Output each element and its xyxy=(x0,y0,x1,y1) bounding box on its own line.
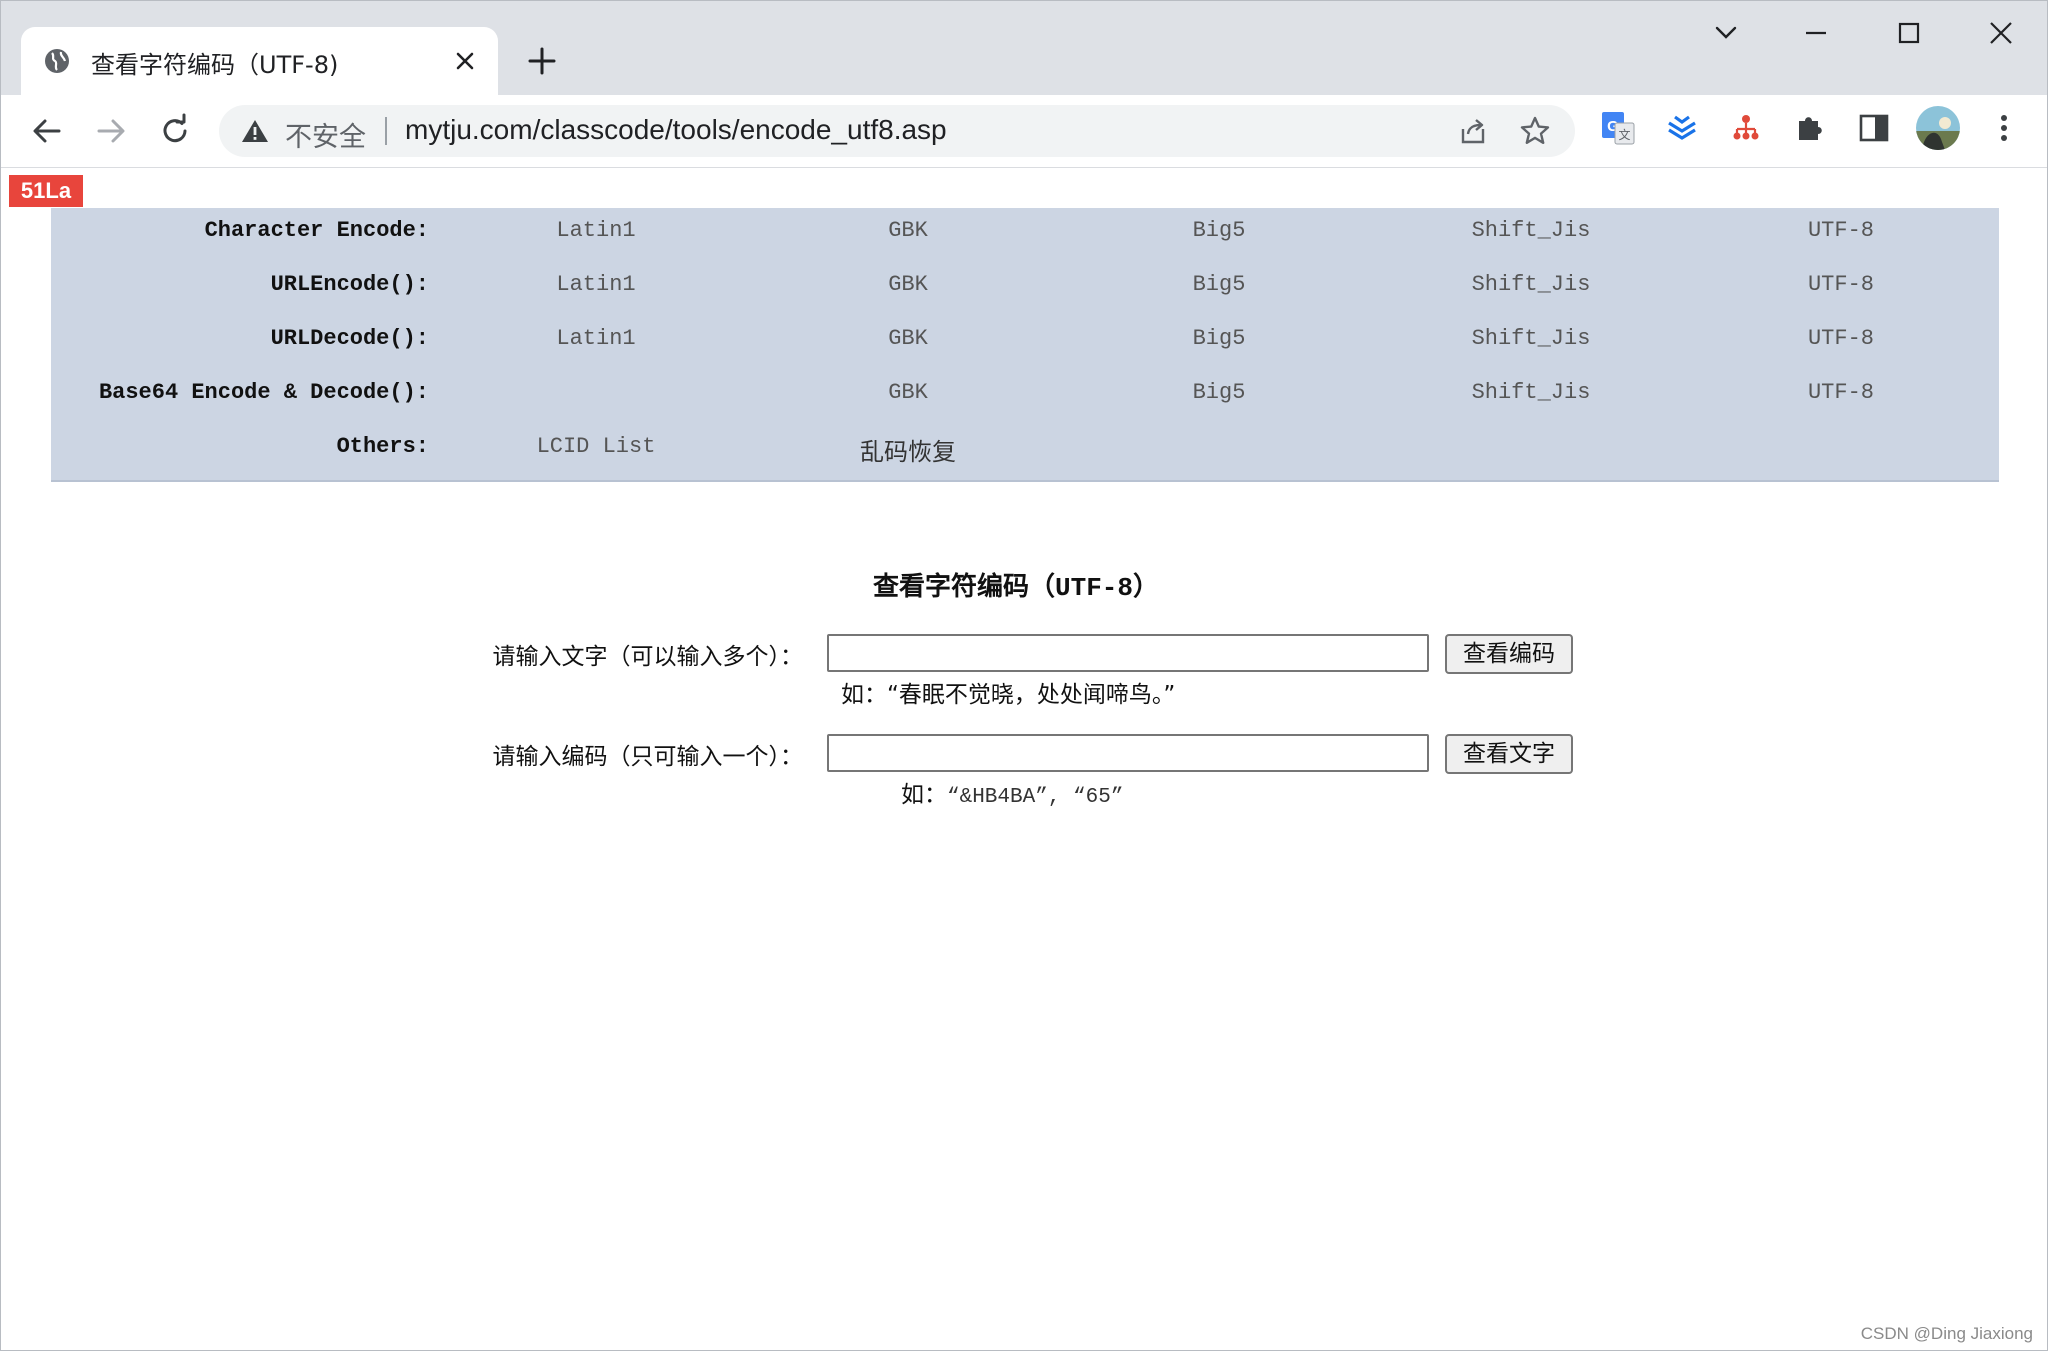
encode-link[interactable]: GBK xyxy=(758,218,1058,243)
star-icon[interactable] xyxy=(1519,115,1551,147)
minimize-icon[interactable] xyxy=(1791,15,1841,51)
code-input-hint: 如：“&HB4BA”, “65” xyxy=(901,775,1123,809)
hint-prefix: 如： xyxy=(901,782,947,808)
hint-code: “&HB4BA”, “65” xyxy=(947,786,1124,809)
warning-icon[interactable] xyxy=(241,118,269,144)
view-encoding-button[interactable]: 查看编码 xyxy=(1445,634,1573,674)
forward-icon[interactable] xyxy=(89,109,133,153)
table-row: URLDecode(): Latin1 GBK Big5 Shift_Jis U… xyxy=(51,316,1999,370)
title-suffix: ） xyxy=(1133,572,1160,602)
lcid-list-link[interactable]: LCID List xyxy=(446,434,746,459)
profile-avatar[interactable] xyxy=(1915,105,1961,151)
encode-link[interactable]: Shift_Jis xyxy=(1381,218,1681,243)
encode-table: Character Encode: Latin1 GBK Big5 Shift_… xyxy=(51,208,1999,482)
encode-link[interactable]: Shift_Jis xyxy=(1381,272,1681,297)
reload-icon[interactable] xyxy=(153,109,197,153)
row-label: URLEncode(): xyxy=(270,272,429,297)
back-icon[interactable] xyxy=(25,109,69,153)
code-input-label: 请输入编码（只可输入一个）： xyxy=(492,744,804,770)
encode-link[interactable]: UTF-8 xyxy=(1691,380,1991,405)
encode-link[interactable]: Latin1 xyxy=(446,326,746,351)
encode-link[interactable]: Big5 xyxy=(1069,380,1369,405)
encode-link[interactable]: Big5 xyxy=(1069,326,1369,351)
encode-link[interactable]: Shift_Jis xyxy=(1381,380,1681,405)
encode-link[interactable]: Shift_Jis xyxy=(1381,326,1681,351)
row-label: Base64 Encode & Decode(): xyxy=(98,380,429,405)
globe-icon xyxy=(45,49,69,73)
row-label: Character Encode: xyxy=(204,218,429,243)
share-icon[interactable] xyxy=(1457,115,1489,147)
menu-icon[interactable] xyxy=(1985,109,2023,147)
watermark: CSDN @Ding Jiaxiong xyxy=(1860,1324,2033,1343)
title-prefix: 查看字符编码（ xyxy=(872,572,1055,602)
tab-strip: 查看字符编码（UTF-8) xyxy=(1,1,2047,95)
address-bar[interactable]: 不安全 mytju.com/classcode/tools/encode_utf… xyxy=(219,105,1575,157)
garble-recovery-link[interactable]: 乱码恢复 xyxy=(758,432,1058,467)
encode-link[interactable]: UTF-8 xyxy=(1691,218,1991,243)
chevron-down-icon[interactable] xyxy=(1701,15,1751,51)
table-row: Base64 Encode & Decode(): GBK Big5 Shift… xyxy=(51,370,1999,424)
row-label: URLDecode(): xyxy=(270,326,429,351)
encode-link[interactable]: GBK xyxy=(758,380,1058,405)
translate-icon[interactable]: G 文 xyxy=(1599,109,1637,147)
encode-link[interactable]: GBK xyxy=(758,272,1058,297)
view-text-button[interactable]: 查看文字 xyxy=(1445,734,1573,774)
browser-window: 查看字符编码（UTF-8) 不安全 mytju.com/classcode/to… xyxy=(0,0,2048,1351)
table-row: Character Encode: Latin1 GBK Big5 Shift_… xyxy=(51,208,1999,262)
url-text[interactable]: mytju.com/classcode/tools/encode_utf8.as… xyxy=(405,114,947,146)
page-content: 51La Character Encode: Latin1 GBK Big5 S… xyxy=(1,168,2047,1350)
puzzle-icon[interactable] xyxy=(1791,109,1829,147)
tab-title: 查看字符编码（UTF-8) xyxy=(91,51,339,79)
plus-icon[interactable] xyxy=(524,43,560,79)
address-separator xyxy=(385,117,387,145)
extension-icon[interactable] xyxy=(1727,109,1765,147)
sidepanel-icon[interactable] xyxy=(1855,109,1893,147)
window-close-icon[interactable] xyxy=(1975,15,2025,51)
text-input[interactable] xyxy=(827,634,1429,672)
page-title: 查看字符编码（UTF-8） xyxy=(1,566,2031,603)
encode-link[interactable]: UTF-8 xyxy=(1691,272,1991,297)
maximize-icon[interactable] xyxy=(1883,15,1933,51)
browser-tab[interactable]: 查看字符编码（UTF-8) xyxy=(21,27,498,95)
encode-link[interactable]: GBK xyxy=(758,326,1058,351)
extension-icon[interactable] xyxy=(1663,109,1701,147)
title-code: UTF-8 xyxy=(1054,573,1133,603)
encode-link[interactable]: UTF-8 xyxy=(1691,326,1991,351)
browser-toolbar: 不安全 mytju.com/classcode/tools/encode_utf… xyxy=(1,95,2047,168)
encode-link[interactable]: Big5 xyxy=(1069,272,1369,297)
encode-link[interactable]: Big5 xyxy=(1069,218,1369,243)
encode-link[interactable]: Latin1 xyxy=(446,218,746,243)
row-label: Others: xyxy=(336,434,429,459)
security-label[interactable]: 不安全 xyxy=(285,115,366,154)
text-input-hint: 如：“春眠不觉晓，处处闻啼鸟。” xyxy=(841,682,1176,708)
stats-badge[interactable]: 51La xyxy=(9,175,83,207)
text-input-label: 请输入文字（可以输入多个）： xyxy=(492,644,804,670)
encode-link[interactable]: Latin1 xyxy=(446,272,746,297)
table-row: URLEncode(): Latin1 GBK Big5 Shift_Jis U… xyxy=(51,262,1999,316)
close-icon[interactable] xyxy=(449,45,481,77)
table-row: Others: LCID List 乱码恢复 xyxy=(51,424,1999,478)
code-input[interactable] xyxy=(827,734,1429,772)
svg-text:文: 文 xyxy=(1618,127,1630,142)
